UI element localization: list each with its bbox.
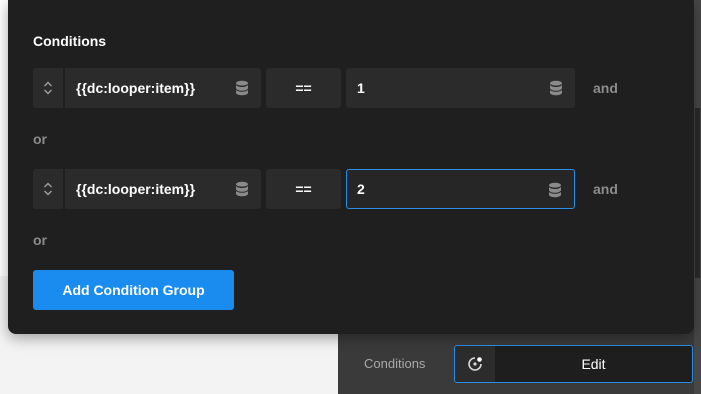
popup-title: Conditions [33, 33, 107, 49]
operator-select[interactable]: == [266, 68, 341, 108]
or-connector[interactable]: or [33, 232, 47, 248]
right-operand-value: 2 [357, 181, 365, 197]
condition-row: {{dc:looper:item}} == 1 and [33, 68, 633, 108]
or-connector[interactable]: or [33, 131, 47, 147]
database-icon[interactable] [235, 80, 249, 96]
reorder-stepper[interactable] [33, 169, 63, 209]
operator-select[interactable]: == [266, 169, 341, 209]
left-operand-value: {{dc:looper:item}} [76, 80, 196, 96]
conditions-popup: Conditions {{dc:looper:item}} == 1 and o… [8, 0, 694, 334]
and-connector[interactable]: and [593, 181, 618, 197]
conditions-dynamic-icon[interactable] [455, 346, 495, 382]
inspector-scrollbar-thumb[interactable] [695, 108, 700, 278]
left-operand-field[interactable]: {{dc:looper:item}} [65, 68, 261, 108]
database-icon[interactable] [549, 80, 563, 96]
add-condition-group-button[interactable]: Add Condition Group [33, 270, 234, 310]
right-operand-field[interactable]: 2 [346, 169, 575, 209]
right-operand-value: 1 [357, 80, 365, 96]
conditions-edit-control[interactable]: Edit [454, 345, 693, 383]
chevron-up-down-icon [43, 182, 53, 196]
conditions-control-label: Conditions [364, 356, 426, 371]
right-operand-field[interactable]: 1 [346, 68, 575, 108]
condition-row: {{dc:looper:item}} == 2 and [33, 169, 633, 209]
left-operand-value: {{dc:looper:item}} [76, 181, 196, 197]
reorder-stepper[interactable] [33, 68, 63, 108]
database-icon[interactable] [548, 182, 562, 198]
chevron-up-down-icon [43, 81, 53, 95]
edit-button[interactable]: Edit [495, 346, 692, 382]
and-connector[interactable]: and [593, 80, 618, 96]
database-icon[interactable] [235, 181, 249, 197]
left-operand-field[interactable]: {{dc:looper:item}} [65, 169, 261, 209]
